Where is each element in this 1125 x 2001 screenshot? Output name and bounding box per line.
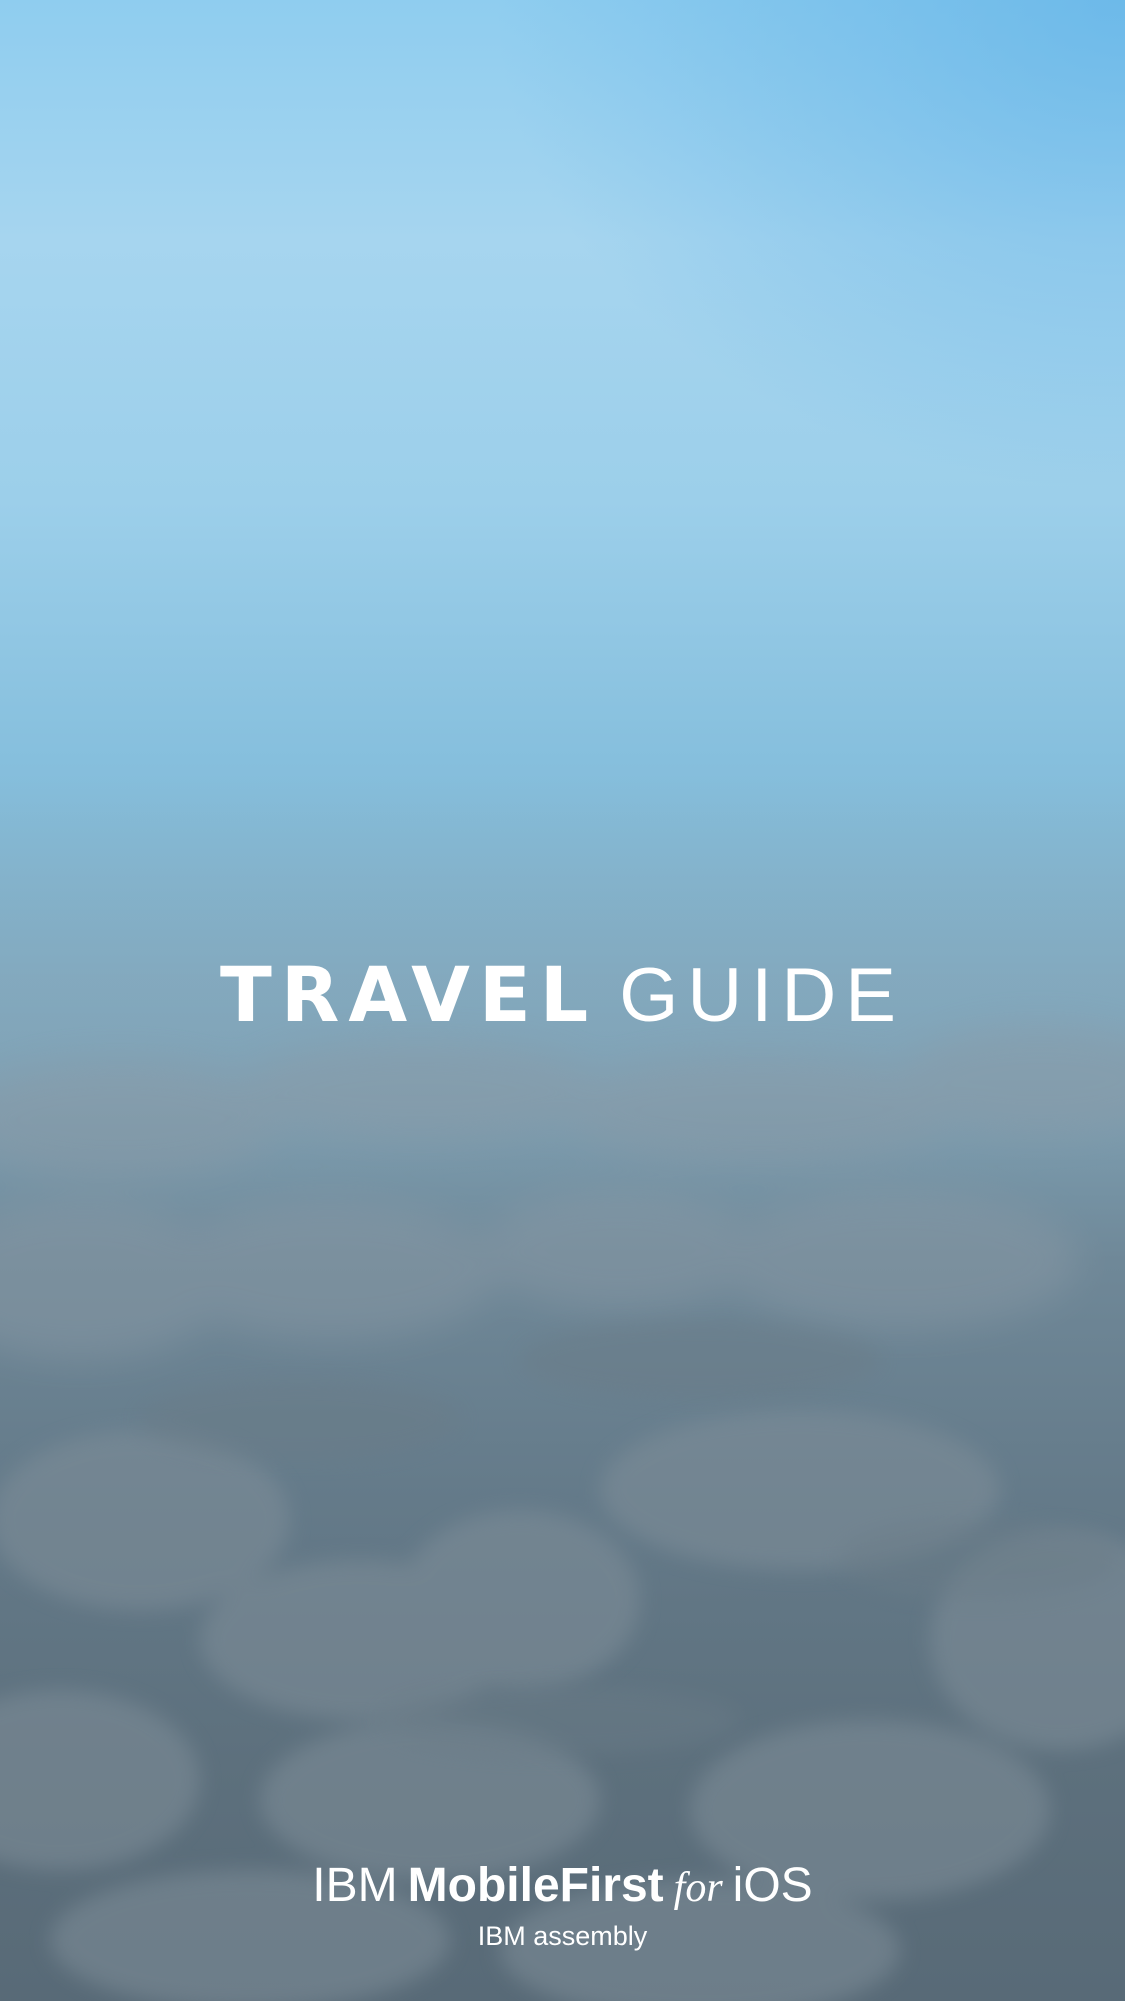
brand-mobilefirst: MobileFirst (407, 1859, 664, 1912)
brand-ios: iOS (732, 1859, 813, 1912)
title-travel: TRAVEL (220, 950, 598, 1039)
splash-screen: TRAVEL GUIDE IBM MobileFirst for iOS IBM ass… (0, 0, 1125, 2001)
brand-subtitle: IBM assembly (477, 1921, 648, 1951)
title-guide: GUIDE (619, 953, 905, 1038)
brand-ibm: IBM (312, 1859, 398, 1912)
app-title: TRAVEL GUIDE (0, 950, 1125, 1041)
brand-logo: IBM MobileFirst for iOS (0, 1853, 1125, 1920)
brand-for: for (673, 1865, 723, 1911)
